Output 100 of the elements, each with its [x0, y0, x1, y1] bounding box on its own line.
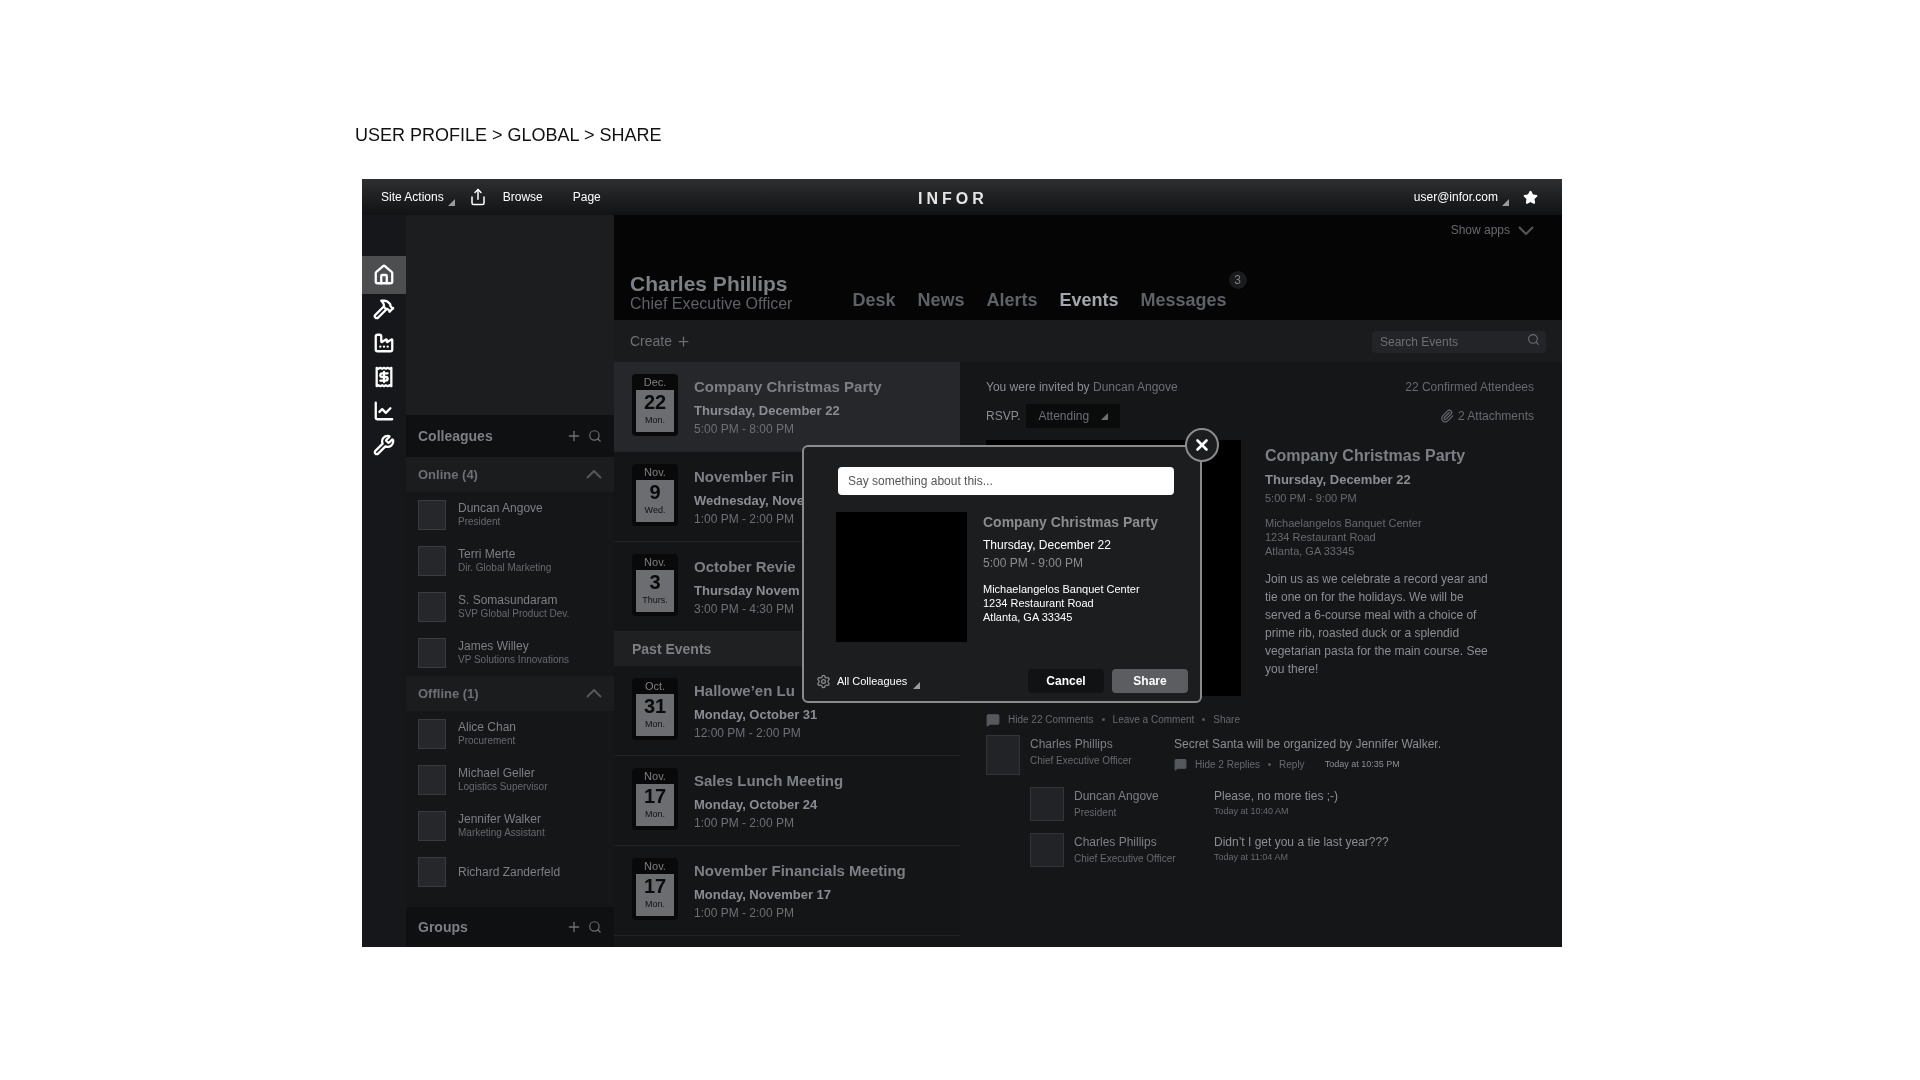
colleague-item[interactable]: Terri Merte Dir. Global Marketing	[406, 538, 614, 584]
event-date: Thursday, December 22	[983, 537, 1112, 554]
commenter-name: Duncan Angove	[1074, 788, 1160, 805]
star-icon[interactable]	[1523, 189, 1538, 205]
commenter-name: Charles Phillips	[1030, 736, 1114, 753]
event-description: Join us as we celebrate a record year and tie one on for the holidays. We will be served a 6-course meal with a choice of prime rib, roasted duck or a splendid vegetarian pasta for the main course. See you there!	[1265, 571, 1489, 678]
search-icon[interactable]	[588, 920, 602, 934]
colleague-item[interactable]: Duncan Angove President	[406, 492, 614, 538]
colleague-name: Michael Geller	[458, 766, 536, 780]
tab[interactable]: Desk	[852, 287, 896, 314]
colleague-item[interactable]: Michael Geller Logistics Supervisor	[406, 757, 614, 803]
tab[interactable]: Alerts	[986, 287, 1038, 314]
calendar-icon: Nov. 3 Thurs.	[632, 554, 678, 616]
home-icon	[373, 264, 395, 286]
browse-link[interactable]: Browse	[502, 188, 543, 206]
hammer-icon	[373, 298, 395, 320]
colleague-item[interactable]: Alice Chan Procurement	[406, 711, 614, 757]
event-date: Thursday Novem	[694, 581, 800, 600]
event-time: 1:00 PM - 2:00 PM	[694, 905, 796, 922]
colleague-role: VP Solutions Innovations	[458, 653, 569, 667]
show-apps-link[interactable]: Show apps	[1450, 221, 1510, 239]
search-field[interactable]: Search Events	[1372, 331, 1546, 353]
comment-action-link[interactable]: Leave a Comment	[1112, 712, 1195, 727]
calendar-icon: Nov. 9 Wed.	[632, 464, 678, 526]
panel-title: Colleagues	[418, 426, 493, 446]
avatar	[986, 735, 1020, 775]
group-header[interactable]: Offline (1)	[406, 676, 614, 711]
calendar-icon: Dec. 22 Mon.	[632, 374, 678, 436]
wrench-icon	[373, 434, 395, 456]
profile-name: Charles Phillips	[630, 274, 789, 294]
avatar	[418, 719, 446, 749]
search-icon[interactable]	[588, 429, 602, 443]
event-time: 1:00 PM - 2:00 PM	[694, 815, 796, 832]
event-date: Thursday, December 22	[1265, 471, 1412, 489]
comment-icon	[1174, 758, 1187, 771]
colleague-name: Duncan Angove	[458, 501, 543, 515]
avatar	[418, 592, 446, 622]
event-time: 5:00 PM - 9:00 PM	[983, 555, 1085, 572]
colleague-item[interactable]: S. Somasundaram SVP Global Product Dev.	[406, 584, 614, 630]
panel-title: Groups	[418, 917, 468, 937]
share-icon[interactable]	[468, 188, 487, 206]
colleague-item[interactable]: Jennifer Walker Marketing Assistant	[406, 803, 614, 849]
event-date: Monday, November 17	[694, 885, 833, 904]
event-item[interactable]: Dec. 22 Mon. Company Christmas Party Thursday, December 22 5:00 PM - 8:00 PM	[614, 362, 960, 452]
commenter-name: Charles Phillips	[1074, 834, 1158, 851]
logo: INFOR	[918, 189, 988, 209]
attachments-link[interactable]: 2 Attachments	[1457, 407, 1534, 425]
comment-time: Today at 11:04 AM	[1214, 851, 1289, 864]
group-header[interactable]: Online (4)	[406, 457, 614, 492]
event-title: Company Christmas Party	[1265, 446, 1467, 466]
calendar-icon: Nov. 17 Mon.	[632, 768, 678, 830]
comment-field[interactable]: Say something about this...	[838, 467, 1174, 495]
avatar	[418, 500, 446, 530]
search-icon[interactable]	[1527, 333, 1540, 346]
event-title: October Revie	[694, 557, 797, 577]
cancel-button[interactable]: Cancel	[1028, 669, 1104, 693]
site-actions-menu[interactable]: Site Actions	[381, 188, 455, 206]
chevron-down-icon[interactable]	[1518, 225, 1534, 235]
event-date: Monday, October 31	[694, 705, 818, 724]
tab[interactable]: Events	[1059, 287, 1119, 314]
colleague-role: Logistics Supervisor	[458, 780, 548, 794]
event-title: Company Christmas Party	[694, 377, 882, 397]
event-title: Company Christmas Party	[983, 513, 1159, 532]
chevron-up-icon	[586, 689, 602, 698]
colleague-item[interactable]: Richard Zanderfeld	[406, 849, 614, 895]
add-icon[interactable]	[566, 919, 582, 935]
user-menu[interactable]: user@infor.com	[1413, 188, 1509, 206]
create-button[interactable]: Create	[630, 330, 692, 352]
caret-icon	[447, 199, 455, 206]
rsvp-dropdown[interactable]: Attending	[1026, 404, 1121, 428]
share-button[interactable]: Share	[1112, 669, 1188, 693]
count-badge: 3	[1228, 271, 1247, 289]
colleague-item[interactable]: James Willey VP Solutions Innovations	[406, 630, 614, 676]
colleague-name: S. Somasundaram	[458, 593, 559, 607]
add-icon[interactable]	[566, 428, 582, 444]
event-date: Monday, October 24	[694, 795, 819, 814]
breadcrumb: USER PROFILE > GLOBAL > SHARE	[355, 124, 662, 147]
audience-dropdown[interactable]: All Colleagues	[816, 672, 921, 690]
caret-icon	[913, 682, 921, 690]
event-title: Hallowe’en Lu	[694, 681, 796, 701]
section-title: Past Events	[632, 639, 712, 659]
calendar-icon: Oct. 31 Mon.	[632, 678, 678, 740]
tab[interactable]: Messages	[1140, 287, 1227, 314]
rail-button[interactable]	[362, 256, 406, 294]
page-link[interactable]: Page	[572, 188, 601, 206]
tab[interactable]: News	[917, 287, 965, 314]
commenter-role: Chief Executive Officer	[1074, 852, 1177, 866]
colleague-name: Terri Merte	[458, 547, 517, 561]
receipt-icon	[373, 366, 395, 388]
colleague-name: Alice Chan	[458, 720, 517, 734]
chevron-up-icon	[586, 470, 602, 479]
colleague-role: Procurement	[458, 734, 517, 748]
comment-icon	[986, 712, 1000, 727]
comment-action-link[interactable]: Reply	[1279, 757, 1305, 772]
comment-action-link[interactable]: Hide 22 Comments	[1008, 712, 1094, 727]
comment-time: Today at 10:35 PM	[1324, 757, 1400, 771]
avatar	[1030, 787, 1064, 821]
comment-action-link[interactable]: Hide 2 Replies	[1195, 757, 1261, 772]
paperclip-icon	[1439, 409, 1454, 423]
comment-action-link[interactable]: Share	[1213, 712, 1240, 727]
